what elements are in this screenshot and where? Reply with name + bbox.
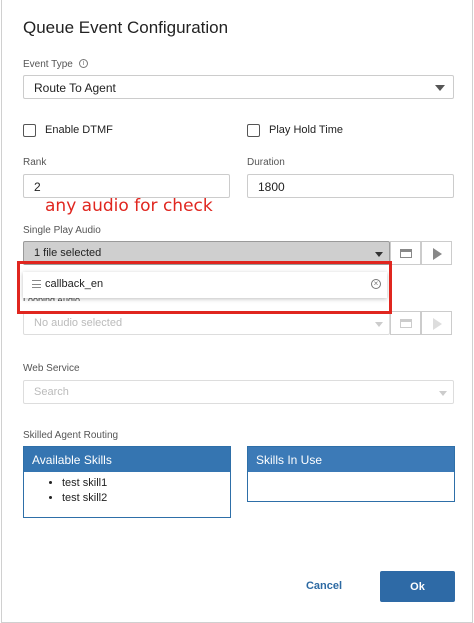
play-audio-button[interactable]: [421, 241, 452, 265]
dialog-title: Queue Event Configuration: [23, 18, 229, 37]
skill-item[interactable]: test skill1: [62, 476, 230, 491]
available-skills-list: test skill1 test skill2: [24, 472, 230, 506]
chevron-down-icon: [439, 391, 447, 396]
skilled-agent-routing-label: Skilled Agent Routing: [23, 430, 119, 441]
queue-event-dialog: Queue Event Configuration Event Type i R…: [1, 0, 473, 623]
looping-play-audio-button[interactable]: [421, 311, 452, 335]
media-library-icon: [400, 249, 412, 258]
chevron-down-icon: [375, 252, 383, 257]
web-service-select[interactable]: Search: [23, 380, 454, 404]
media-library-icon: [400, 319, 412, 328]
info-icon[interactable]: i: [79, 59, 88, 68]
skills-in-use-panel: Skills In Use: [247, 446, 455, 502]
chevron-down-icon: [435, 85, 445, 91]
web-service-placeholder: Search: [34, 386, 69, 398]
enable-dtmf-label: Enable DTMF: [45, 124, 113, 136]
looping-audio-library-button[interactable]: [390, 311, 421, 335]
single-play-audio-label: Single Play Audio: [23, 225, 101, 236]
single-play-audio-value: 1 file selected: [34, 247, 102, 259]
play-icon: [433, 248, 442, 260]
looping-audio-select[interactable]: No audio selected: [23, 311, 390, 335]
play-icon: [433, 318, 442, 330]
annotation-highlight-box: [17, 261, 392, 314]
event-type-select[interactable]: Route To Agent: [23, 75, 454, 99]
skills-in-use-title: Skills In Use: [248, 447, 454, 472]
web-service-label: Web Service: [23, 363, 80, 374]
ok-button[interactable]: Ok: [380, 571, 455, 602]
chevron-down-icon: [375, 322, 383, 327]
audio-library-button[interactable]: [390, 241, 421, 265]
cancel-button[interactable]: Cancel: [291, 572, 357, 600]
duration-input[interactable]: 1800: [247, 174, 454, 198]
duration-label: Duration: [247, 157, 285, 168]
skill-item[interactable]: test skill2: [62, 491, 230, 506]
event-type-value: Route To Agent: [34, 81, 116, 95]
rank-label: Rank: [23, 157, 47, 168]
looping-audio-placeholder: No audio selected: [34, 317, 123, 329]
play-hold-time-label: Play Hold Time: [269, 124, 343, 136]
play-hold-time-checkbox[interactable]: [247, 124, 260, 137]
rank-input[interactable]: 2: [23, 174, 230, 198]
enable-dtmf-checkbox[interactable]: [23, 124, 36, 137]
event-type-label: Event Type: [23, 59, 73, 70]
available-skills-title: Available Skills: [24, 447, 230, 472]
annotation-text: any audio for check: [45, 196, 213, 216]
available-skills-panel: Available Skills test skill1 test skill2: [23, 446, 231, 518]
